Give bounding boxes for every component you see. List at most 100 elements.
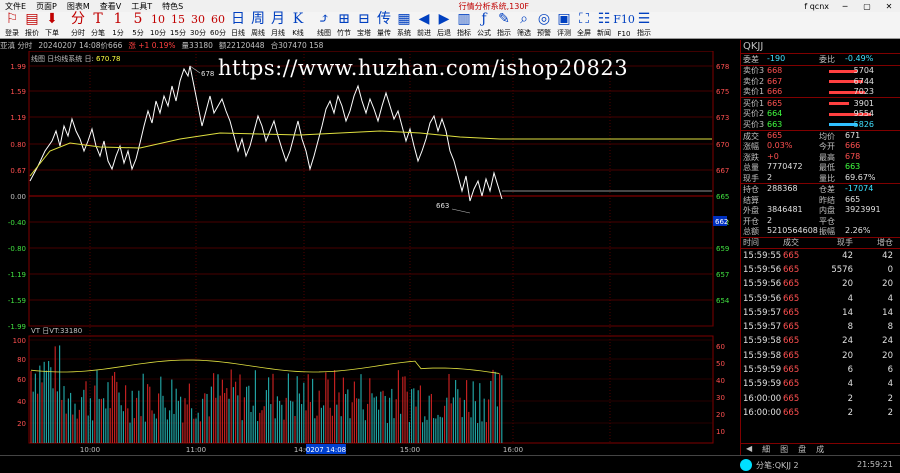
tick-row[interactable]: 15:59:58 665 20 20 [741, 349, 900, 363]
tick-row[interactable]: 15:59:57 665 8 8 [741, 320, 900, 334]
stat-row: 开仓 2 平仓 [741, 216, 900, 227]
tick-row[interactable]: 15:59:56 665 20 20 [741, 277, 900, 291]
toolbar-button-17[interactable]: ⊟ 宝塔 [354, 12, 374, 38]
toolbar-label: 日线 [231, 29, 245, 37]
toolbar-button-14[interactable]: K K线 [288, 12, 308, 38]
volume-axis-right-label: 10 [716, 428, 725, 436]
info-volume: 量33180 [181, 41, 213, 50]
toolbar-button-2[interactable]: ⬇ 下单 [42, 12, 62, 38]
stat-label: 现手 [743, 173, 759, 183]
intraday-chart[interactable]: 1.99 1.59 1.19 0.80 0.67 0.00 -0.40 -0.80 -1.19 -… [0, 51, 740, 455]
tick-price: 665 [783, 350, 800, 361]
tick-oi-change: 2 [887, 393, 893, 404]
toolbar-button-8[interactable]: 15 15分 [168, 12, 188, 38]
volume-axis-right-label: 50 [716, 360, 725, 368]
toolbar-button-19[interactable]: ▦ 系统 [394, 12, 414, 38]
bid-row[interactable]: 买价2 664 9554 [741, 109, 900, 120]
toolbar-button-0[interactable]: ⚐ 登录 [2, 12, 22, 38]
low-annotation-leader [451, 208, 471, 214]
close-icon[interactable]: ✕ [878, 2, 900, 11]
quote-tab-2[interactable]: 图 [775, 444, 793, 455]
toolbar-button-9[interactable]: 30 30分 [188, 12, 208, 38]
toolbar-button-30[interactable]: F10 F10 [613, 12, 635, 38]
menu-item-3[interactable]: 查看V [95, 1, 126, 12]
toolbar-button-16[interactable]: ⊞ 竹节 [334, 12, 354, 38]
toolbar-button-7[interactable]: 10 10分 [148, 12, 168, 38]
ask-row[interactable]: 卖价3 668 5704 [741, 66, 900, 77]
tick-row[interactable]: 15:59:59 665 4 4 [741, 377, 900, 391]
toolbar-button-21[interactable]: ▶ 后退 [434, 12, 454, 38]
connection-icon[interactable] [740, 459, 752, 471]
toolbar-button-6[interactable]: 5 5分 [128, 12, 148, 38]
tick-list[interactable]: 15:59:55 665 42 42 15:59:56 665 5576 0 15:59:56 6… [741, 249, 900, 421]
menu-item-4[interactable]: 工具T [126, 1, 157, 12]
stat-label: 昨结 [819, 195, 835, 205]
toolbar-button-15[interactable]: ⤴ 线图 [314, 12, 334, 38]
bid-row[interactable]: 买价1 665 3901 [741, 98, 900, 109]
tick-row[interactable]: 15:59:55 665 42 42 [741, 249, 900, 263]
minimize-icon[interactable]: ─ [834, 2, 856, 11]
toolbar-button-26[interactable]: ◎ 预警 [534, 12, 554, 38]
toolbar-button-22[interactable]: ▥ 指标 [454, 12, 474, 38]
maximize-icon[interactable]: ▢ [856, 2, 878, 11]
tick-time: 15:59:59 [743, 379, 782, 390]
quote-tab-0[interactable]: ◀ [741, 444, 757, 455]
stat-value: 3923991 [845, 205, 881, 214]
tick-row[interactable]: 16:00:00 665 2 2 [741, 406, 900, 420]
toolbar-button-24[interactable]: ✎ 指示 [494, 12, 514, 38]
menu-item-5[interactable]: 特色S [157, 1, 188, 12]
ask-row[interactable]: 卖价1 666 7023 [741, 87, 900, 98]
tick-oi-change: 24 [882, 336, 893, 347]
quote-tab-4[interactable]: 成 [811, 444, 829, 455]
toolbar-label: 周线 [251, 29, 265, 37]
toolbar-button-25[interactable]: ⌕ 筛选 [514, 12, 534, 38]
toolbar-button-23[interactable]: ƒ 公式 [474, 12, 494, 38]
toolbar-label: 指示 [497, 29, 511, 37]
toolbar-label: 10分 [150, 29, 166, 37]
ask-volume: 6744 [853, 76, 874, 86]
toolbar-button-12[interactable]: 周周线 [248, 12, 268, 38]
tick-row[interactable]: 15:59:58 665 24 24 [741, 334, 900, 348]
tick-row[interactable]: 15:59:57 665 14 14 [741, 306, 900, 320]
toolbar-button-3[interactable]: 分分时 [68, 12, 88, 38]
toolbar-button-13[interactable]: 月月线 [268, 12, 288, 38]
tick-qty: 24 [842, 336, 853, 347]
toolbar-button-1[interactable]: ▤ 报价 [22, 12, 42, 38]
toolbar-button-11[interactable]: 日日线 [228, 12, 248, 38]
price-axis-right-label: 670 [716, 141, 729, 149]
toolbar-label: 全屏 [577, 29, 591, 37]
menu-item-1[interactable]: 页面P [31, 1, 62, 12]
tick-row[interactable]: 15:59:56 665 4 4 [741, 291, 900, 305]
menu-item-2[interactable]: 图表M [62, 1, 95, 12]
toolbar-button-29[interactable]: ☷ 新闻 [594, 12, 614, 38]
toolbar-button-27[interactable]: ▣ 评测 [554, 12, 574, 38]
bid-row[interactable]: 买价3 663 5826 [741, 119, 900, 130]
toolbar-button-4[interactable]: T 分笔 [88, 12, 108, 38]
tick-oi-change: 20 [882, 350, 893, 361]
tick-row[interactable]: 15:59:56 665 5576 0 [741, 263, 900, 277]
toolbar-button-31[interactable]: ☰ 指示 [634, 12, 654, 38]
tick-col-header: 时间 [743, 238, 759, 247]
stat-label: 最低 [819, 163, 835, 172]
toolbar-button-18[interactable]: 传量传 [374, 12, 394, 38]
ask-row[interactable]: 卖价2 667 6744 [741, 76, 900, 87]
toolbar-button-5[interactable]: 1 1分 [108, 12, 128, 38]
bid-price: 665 [767, 98, 783, 108]
toolbar-label: 评测 [557, 29, 571, 37]
toolbar-icon-17: ⊟ [358, 11, 370, 27]
quote-symbol: QKJJ [741, 40, 900, 54]
quote-tab-1[interactable]: 細 [757, 444, 775, 455]
tick-qty: 2 [847, 393, 853, 404]
quote-tab-3[interactable]: 盘 [793, 444, 811, 455]
ask-price: 667 [767, 76, 783, 86]
toolbar-icon-19: ▦ [397, 11, 411, 27]
toolbar-button-20[interactable]: ◀ 前进 [414, 12, 434, 38]
toolbar-button-10[interactable]: 60 60分 [208, 12, 228, 38]
tick-row[interactable]: 16:00:00 665 2 2 [741, 391, 900, 405]
toolbar-label: 登录 [5, 29, 19, 37]
status-bar: 分笔:QKJJ 2 21:59:21 [0, 455, 900, 473]
toolbar-button-28[interactable]: ⛶ 全屏 [574, 12, 594, 38]
stat-label: 开仓 [743, 216, 759, 226]
menu-item-0[interactable]: 文件E [0, 1, 31, 12]
tick-row[interactable]: 15:59:59 665 6 6 [741, 363, 900, 377]
